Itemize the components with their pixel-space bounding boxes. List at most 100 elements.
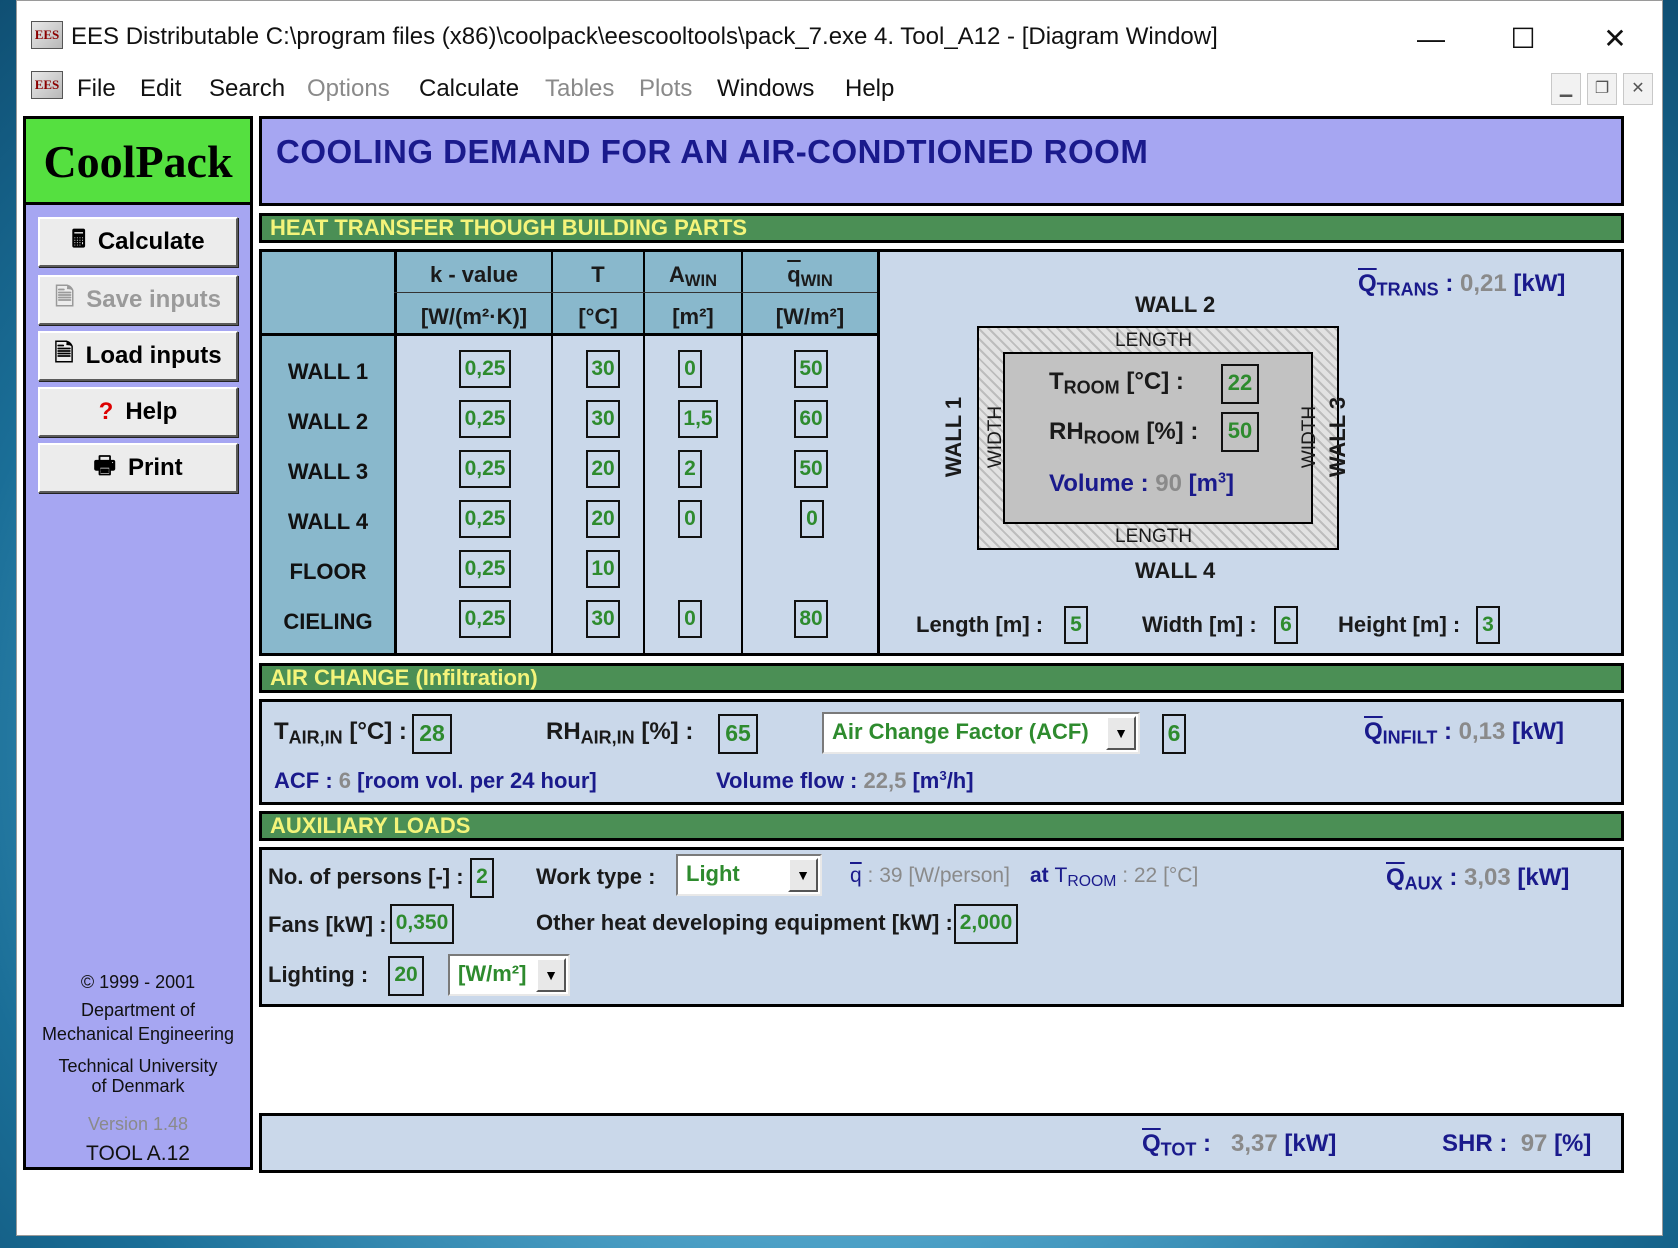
- wall2-t-input[interactable]: 30: [586, 400, 620, 438]
- width-label: Width [m] :: [1142, 612, 1257, 637]
- minimize-icon[interactable]: —: [1411, 19, 1451, 59]
- unit-q: [W/m²]: [775, 304, 845, 329]
- wall1-k-input[interactable]: 0,25: [459, 350, 511, 388]
- lighting-input[interactable]: 20: [388, 956, 424, 996]
- length-input[interactable]: 5: [1064, 606, 1088, 644]
- child-close-icon[interactable]: ✕: [1623, 73, 1653, 105]
- width-left-label: WIDTH: [985, 405, 1007, 469]
- wall3-q-input[interactable]: 50: [794, 450, 828, 488]
- rhroom-input[interactable]: 50: [1221, 412, 1259, 452]
- menu-options[interactable]: Options: [307, 75, 390, 103]
- qinfilt-readout: QINFILT : 0,13 [kW]: [1364, 718, 1565, 748]
- menu-tables[interactable]: Tables: [545, 75, 614, 103]
- wall1-t-input[interactable]: 30: [586, 350, 620, 388]
- floor-k-input[interactable]: 0,25: [459, 550, 511, 588]
- menu-help[interactable]: Help: [845, 75, 894, 103]
- other-equipment-input[interactable]: 2,000: [954, 904, 1018, 944]
- chevron-down-icon[interactable]: ▼: [1106, 716, 1136, 750]
- help-label: Help: [125, 398, 178, 425]
- tair-input[interactable]: 28: [412, 714, 452, 754]
- q-per-person-readout: q : 39 [W/person]: [850, 864, 1010, 887]
- wall2-k-input[interactable]: 0,25: [459, 400, 511, 438]
- app-window: EES EES Distributable C:\program files (…: [16, 0, 1663, 1236]
- lighting-unit-select[interactable]: [W/m²] ▼: [448, 954, 570, 996]
- sidebar: CoolPack 🖩 Calculate 🗎 Save inputs 🗎 Loa…: [23, 116, 253, 1170]
- print-button[interactable]: 🖶 Print: [38, 443, 238, 493]
- rhair-input[interactable]: 65: [718, 714, 758, 754]
- chevron-down-icon[interactable]: ▼: [536, 958, 566, 992]
- version: Version 1.48: [87, 1114, 189, 1134]
- save-doc-icon: 🗎: [54, 283, 75, 311]
- maximize-icon[interactable]: ☐: [1503, 19, 1543, 59]
- dept-line-1: Department of: [80, 1000, 196, 1020]
- cieling-a-input[interactable]: 0: [678, 600, 702, 638]
- wall3-k-input[interactable]: 0,25: [459, 450, 511, 488]
- wall4-t-input[interactable]: 20: [586, 500, 620, 538]
- troom-input[interactable]: 22: [1221, 364, 1259, 404]
- col-q-header: qWIN: [787, 262, 833, 291]
- print-label: Print: [127, 454, 183, 481]
- chevron-down-icon[interactable]: ▼: [788, 858, 818, 892]
- volume-flow-readout: Volume flow : 22,5 [m3/h]: [716, 768, 974, 793]
- qtrans-readout: QTRANS : 0,21 [kW]: [1358, 270, 1566, 300]
- aux-loads-section-title: AUXILIARY LOADS: [259, 811, 1624, 841]
- wall4-a-input[interactable]: 0: [678, 500, 702, 538]
- calculate-label: Calculate: [97, 228, 205, 255]
- tair-label: TAIR,IN [°C] :: [274, 718, 407, 748]
- save-inputs-button[interactable]: 🗎 Save inputs: [38, 275, 238, 325]
- calculator-icon: 🖩: [71, 225, 86, 253]
- calculate-button[interactable]: 🖩 Calculate: [38, 217, 238, 267]
- height-input[interactable]: 3: [1476, 606, 1500, 644]
- length-label: Length [m] :: [916, 612, 1044, 637]
- height-label: Height [m] :: [1338, 612, 1461, 637]
- fans-input[interactable]: 0,350: [390, 904, 454, 944]
- cieling-k-input[interactable]: 0,25: [459, 600, 511, 638]
- wall1-q-input[interactable]: 50: [794, 350, 828, 388]
- wall3-a-input[interactable]: 2: [678, 450, 702, 488]
- wall1-diagram-label: WALL 1: [941, 396, 967, 478]
- lighting-label: Lighting :: [268, 962, 369, 987]
- wall3-t-input[interactable]: 20: [586, 450, 620, 488]
- work-type-value: Light: [686, 861, 740, 886]
- cieling-t-input[interactable]: 30: [586, 600, 620, 638]
- menu-plots[interactable]: Plots: [639, 75, 692, 103]
- at-troom-readout: at TROOM : 22 [°C]: [1030, 864, 1199, 890]
- wall1-a-input[interactable]: 0: [678, 350, 702, 388]
- wall4-diagram-label: WALL 4: [1135, 558, 1216, 583]
- menu-edit[interactable]: Edit: [140, 75, 181, 103]
- cieling-q-input[interactable]: 80: [794, 600, 828, 638]
- help-button[interactable]: ? Help: [38, 387, 238, 437]
- wall4-q-input[interactable]: 0: [800, 500, 824, 538]
- work-type-select[interactable]: Light ▼: [676, 854, 822, 896]
- univ-line-2: of Denmark: [91, 1076, 185, 1096]
- menu-windows[interactable]: Windows: [717, 75, 814, 103]
- floor-t-input[interactable]: 10: [586, 550, 620, 588]
- volume-readout: Volume : 90 [m3]: [1049, 470, 1234, 497]
- child-minimize-icon[interactable]: ▁: [1551, 73, 1581, 105]
- wall2-q-input[interactable]: 60: [794, 400, 828, 438]
- close-icon[interactable]: ✕: [1595, 19, 1635, 59]
- save-label: Save inputs: [86, 286, 221, 313]
- persons-input[interactable]: 2: [470, 858, 494, 898]
- width-input[interactable]: 6: [1274, 606, 1298, 644]
- heat-transfer-section-title: HEAT TRANSFER THOUGH BUILDING PARTS: [259, 213, 1624, 243]
- menu-file[interactable]: File: [77, 75, 116, 103]
- fans-label: Fans [kW] :: [268, 912, 387, 937]
- aux-loads-panel: No. of persons [-] : 2 Work type : Light…: [259, 847, 1624, 1007]
- menu-search[interactable]: Search: [209, 75, 285, 103]
- other-equipment-label: Other heat developing equipment [kW] :: [536, 910, 953, 935]
- col-t-header: T: [591, 262, 605, 287]
- child-restore-icon[interactable]: ❐: [1587, 73, 1617, 105]
- length-bottom-label: LENGTH: [1115, 526, 1193, 547]
- wall4-k-input[interactable]: 0,25: [459, 500, 511, 538]
- load-inputs-button[interactable]: 🗎 Load inputs: [38, 331, 238, 381]
- acf-input[interactable]: 6: [1162, 714, 1186, 754]
- acf-readout: ACF : 6 [room vol. per 24 hour]: [274, 768, 597, 793]
- air-change-method-select[interactable]: Air Change Factor (ACF) ▼: [822, 712, 1140, 754]
- printer-icon: 🖶: [93, 451, 116, 479]
- load-label: Load inputs: [85, 342, 222, 369]
- menu-calculate[interactable]: Calculate: [419, 75, 519, 103]
- wall2-a-input[interactable]: 1,5: [678, 400, 718, 438]
- shr-readout: SHR : 97 [%]: [1442, 1130, 1592, 1157]
- doc-icon[interactable]: EES: [31, 71, 63, 99]
